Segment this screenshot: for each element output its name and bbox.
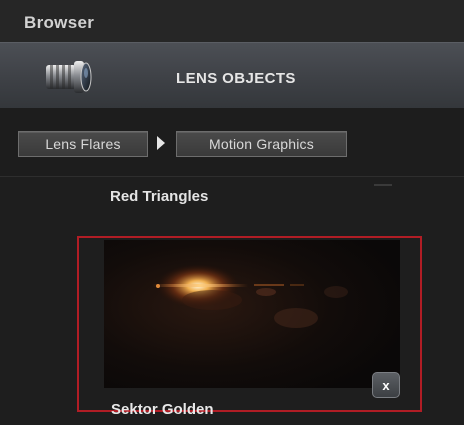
browser-panel: Browser LENS OBJECTS Lens Flares Motion … xyxy=(0,0,464,425)
camera-lens-icon xyxy=(40,53,94,99)
preset-title-red-triangles[interactable]: Red Triangles xyxy=(110,188,208,205)
panel-title: Browser xyxy=(24,13,95,32)
chevron-right-icon xyxy=(157,136,165,150)
breadcrumb: Lens Flares Motion Graphics xyxy=(0,108,464,177)
scroll-indicator[interactable] xyxy=(374,184,392,186)
breadcrumb-lens-flares[interactable]: Lens Flares xyxy=(18,131,148,157)
preset-list: Red Triangles x Sektor Golden xyxy=(0,177,464,425)
category-title: LENS OBJECTS xyxy=(176,70,296,87)
close-button[interactable]: x xyxy=(372,372,400,398)
preset-title-sektor-golden: Sektor Golden xyxy=(111,401,214,418)
lens-flare-thumbnail[interactable] xyxy=(104,240,400,388)
category-bar[interactable]: LENS OBJECTS xyxy=(0,42,464,109)
browser-header: Browser xyxy=(0,0,464,42)
breadcrumb-motion-graphics[interactable]: Motion Graphics xyxy=(176,131,347,157)
preset-item-selected[interactable]: x Sektor Golden xyxy=(77,236,422,418)
